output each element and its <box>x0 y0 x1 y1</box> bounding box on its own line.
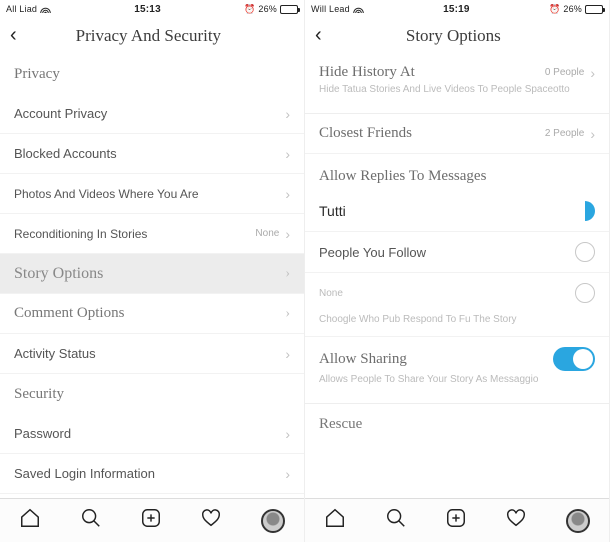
row-allow-sharing[interactable]: Allow Sharing Allows People To Share You… <box>305 337 609 396</box>
chevron-right-icon: › <box>285 186 290 202</box>
header: ‹ Privacy And Security <box>0 18 304 54</box>
row-account-privacy[interactable]: Account Privacy › <box>0 94 304 134</box>
row-hide-history[interactable]: Hide History At 0 People › Hide Tatua St… <box>305 54 609 106</box>
toggle-on-icon[interactable] <box>553 347 595 371</box>
tab-bar <box>305 498 609 542</box>
replies-helper: Choogle Who Pub Respond To Fu The Story <box>305 313 609 337</box>
tab-activity[interactable] <box>505 507 527 534</box>
tab-home[interactable] <box>19 507 41 534</box>
tab-search[interactable] <box>385 507 407 534</box>
avatar-icon <box>261 509 285 533</box>
row-privacy: Privacy <box>0 54 304 94</box>
page-title: Story Options <box>322 26 585 46</box>
section-allow-replies: Allow Replies To Messages <box>305 154 609 191</box>
status-bar: Will Lead 15:19 ⏰ 26% <box>305 0 609 18</box>
radio-replies-none[interactable]: None <box>305 273 609 313</box>
row-saved-login[interactable]: Saved Login Information › <box>0 454 304 494</box>
row-security: Security <box>0 374 304 414</box>
battery-icon <box>280 5 298 14</box>
wifi-icon <box>353 5 364 13</box>
tab-home[interactable] <box>324 507 346 534</box>
settings-list: Privacy Account Privacy › Blocked Accoun… <box>0 54 304 542</box>
chevron-right-icon: › <box>285 306 290 322</box>
radio-replies-follow[interactable]: People You Follow <box>305 232 609 273</box>
row-password[interactable]: Password › <box>0 414 304 454</box>
header: ‹ Story Options <box>305 18 609 54</box>
chevron-right-icon: › <box>285 226 290 242</box>
tab-add[interactable] <box>140 507 162 534</box>
alarm-icon: ⏰ <box>549 4 560 15</box>
radio-replies-all[interactable]: Tutti <box>305 191 609 232</box>
row-story-options[interactable]: Story Options › <box>0 254 304 294</box>
clock: 15:13 <box>51 4 244 15</box>
row-comment-options[interactable]: Comment Options › <box>0 294 304 334</box>
tab-profile[interactable] <box>566 509 590 533</box>
chevron-right-icon: › <box>590 126 595 142</box>
tab-add[interactable] <box>445 507 467 534</box>
screen-story-options: Will Lead 15:19 ⏰ 26% ‹ Story Options Hi… <box>305 0 610 542</box>
wifi-icon <box>40 5 51 13</box>
row-blocked-accounts[interactable]: Blocked Accounts › <box>0 134 304 174</box>
chevron-right-icon: › <box>285 146 290 162</box>
carrier-label: All Liad <box>6 4 37 14</box>
row-activity-status[interactable]: Activity Status › <box>0 334 304 374</box>
battery-label: 26% <box>258 4 277 14</box>
row-photos-videos[interactable]: Photos And Videos Where You Are › <box>0 174 304 214</box>
tab-activity[interactable] <box>200 507 222 534</box>
row-reconditioning[interactable]: Reconditioning In Stories None › <box>0 214 304 254</box>
radio-selected-icon <box>585 201 595 221</box>
avatar-icon <box>566 509 590 533</box>
chevron-right-icon: › <box>285 466 290 482</box>
tab-profile[interactable] <box>261 509 285 533</box>
chevron-right-icon: › <box>285 106 290 122</box>
tab-bar <box>0 498 304 542</box>
carrier-label: Will Lead <box>311 4 350 14</box>
story-options-list: Hide History At 0 People › Hide Tatua St… <box>305 54 609 542</box>
alarm-icon: ⏰ <box>244 4 255 15</box>
row-closest-friends[interactable]: Closest Friends 2 People › <box>305 114 609 154</box>
screen-privacy: All Liad 15:13 ⏰ 26% ‹ Privacy And Secur… <box>0 0 305 542</box>
page-title: Privacy And Security <box>17 26 280 46</box>
radio-icon <box>575 242 595 262</box>
tab-search[interactable] <box>80 507 102 534</box>
battery-label: 26% <box>563 4 582 14</box>
status-bar: All Liad 15:13 ⏰ 26% <box>0 0 304 18</box>
chevron-right-icon: › <box>590 65 595 81</box>
chevron-right-icon: › <box>285 426 290 442</box>
chevron-right-icon: › <box>285 346 290 362</box>
row-rescue: Rescue <box>305 404 609 444</box>
clock: 15:19 <box>364 4 549 15</box>
radio-icon <box>575 283 595 303</box>
chevron-right-icon: › <box>285 266 290 282</box>
battery-icon <box>585 5 603 14</box>
